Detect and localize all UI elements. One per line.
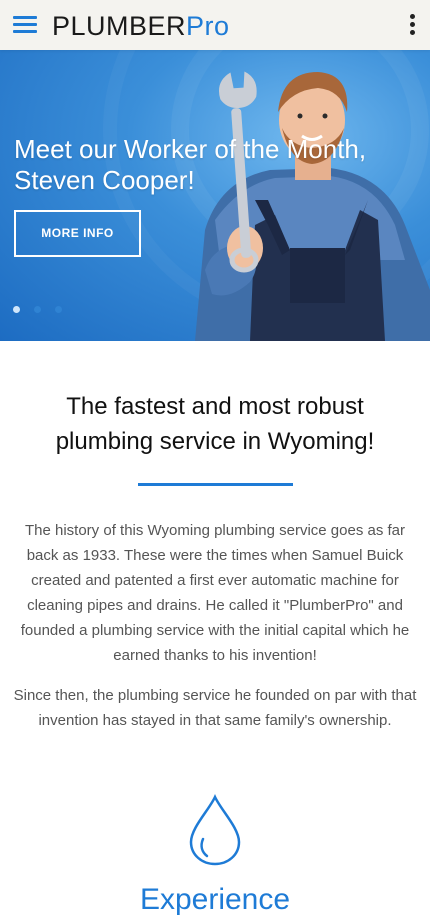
slider-dot-2[interactable] <box>34 306 41 313</box>
hero-slider: Meet our Worker of the Month, Steven Coo… <box>0 50 430 341</box>
history-paragraph: The history of this Wyoming plumbing ser… <box>20 522 410 664</box>
app-header: PLUMBERPro <box>0 0 430 50</box>
logo-text-plumber: PLUMBER <box>52 11 187 41</box>
slider-dots <box>13 300 76 318</box>
water-drop-icon <box>189 794 241 866</box>
vertical-dots-icon[interactable] <box>410 13 416 37</box>
more-info-button[interactable]: MORE INFO <box>14 210 141 257</box>
feature-title: Experience <box>139 883 291 916</box>
slider-dot-3[interactable] <box>55 306 62 313</box>
ownership-paragraph: Since then, the plumbing service he foun… <box>13 687 417 729</box>
brand-logo[interactable]: PLUMBERPro <box>52 10 230 42</box>
logo-text-pro: Pro <box>186 11 230 41</box>
section-headline: The fastest and most robust plumbing ser… <box>55 393 375 455</box>
slider-dot-1[interactable] <box>13 306 20 313</box>
headline-divider <box>138 483 293 486</box>
hamburger-menu-icon[interactable] <box>13 14 37 36</box>
hero-title: Meet our Worker of the Month, Steven Coo… <box>14 134 367 195</box>
